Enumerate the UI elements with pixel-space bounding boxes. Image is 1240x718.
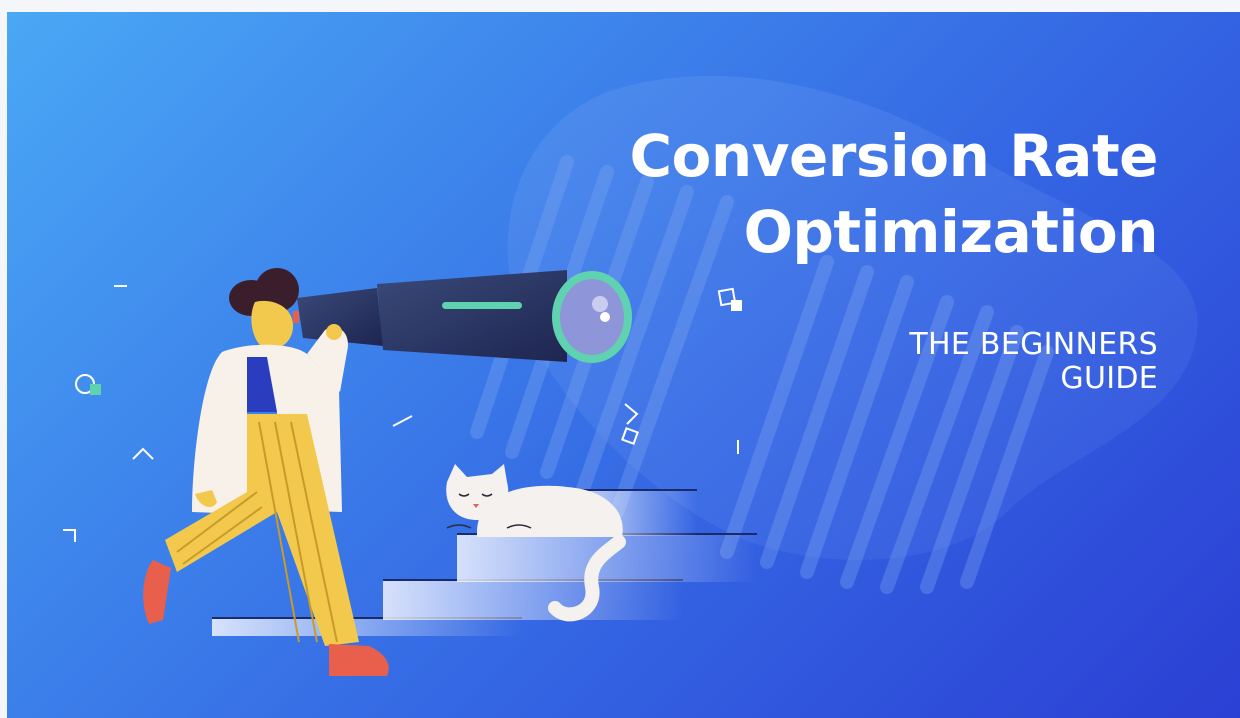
- hero-subtitle-line1: THE BEGINNERS: [909, 327, 1158, 362]
- page: Conversion Rate Optimization THE BEGINNE…: [0, 0, 1240, 718]
- confetti-white-square: [731, 300, 742, 311]
- hero-subtitle: THE BEGINNERS GUIDE: [909, 328, 1158, 396]
- hero-title-line2: Optimization: [743, 198, 1159, 266]
- hero-title-line1: Conversion Rate: [629, 122, 1158, 190]
- confetti-teal-square: [90, 384, 101, 395]
- hero-banner: Conversion Rate Optimization THE BEGINNE…: [7, 12, 1240, 718]
- hero-subtitle-line2: GUIDE: [1060, 361, 1158, 396]
- hero-title: Conversion Rate Optimization: [629, 118, 1158, 270]
